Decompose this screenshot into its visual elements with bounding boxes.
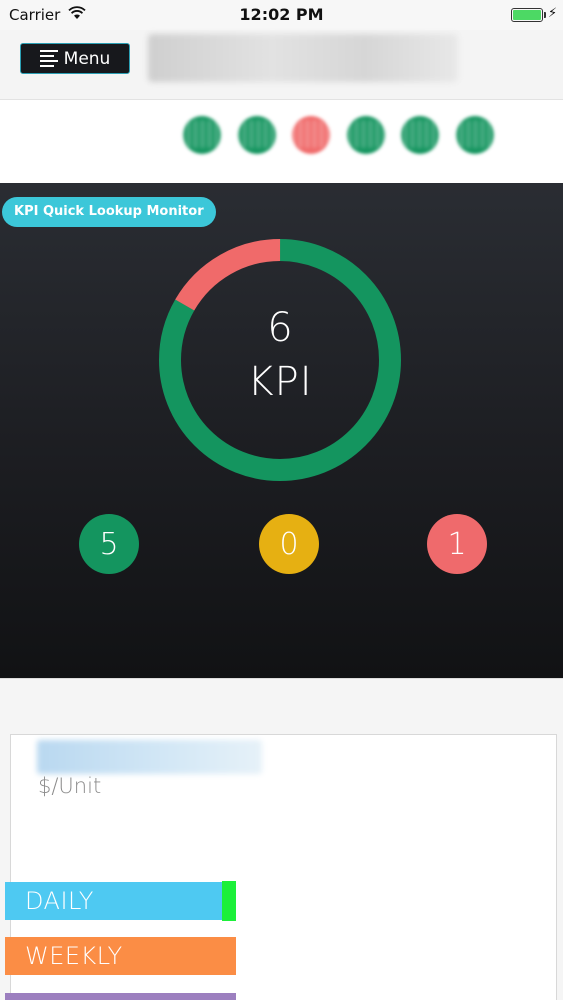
kpi-total-label: KPI [247,359,313,405]
status-time: 12:02 PM [239,5,324,24]
kpi-monitor-panel: KPI Quick Lookup Monitor 6 KPI 5 0 1 [0,183,563,678]
blur-overlay [180,120,510,148]
good-count-badge[interactable]: 5 [79,514,139,574]
status-bar: Carrier 12:02 PM ⚡ [0,0,563,30]
top-bar: Menu [0,30,563,100]
list-icon [39,50,58,67]
tab-weekly[interactable]: WEEKLY [5,937,236,975]
menu-button-label: Menu [63,48,111,69]
menu-button[interactable]: Menu [20,43,130,74]
metric-unit: $/Unit [38,774,102,798]
tab-weekly-label: WEEKLY [25,942,123,970]
kpi-monitor-badge[interactable]: KPI Quick Lookup Monitor [2,197,216,227]
warning-count-badge[interactable]: 0 [259,514,319,574]
battery-icon [511,8,543,22]
blurred-metric-title [37,740,262,774]
blurred-title [148,34,458,82]
kpi-total: 6 [267,305,293,351]
charging-icon: ⚡ [548,6,558,21]
active-tab-marker [222,881,236,921]
tab-daily-label: DAILY [25,887,94,915]
battery-tip [544,12,546,18]
alert-count-badge[interactable]: 1 [427,514,487,574]
indicator-dots-row [0,100,563,183]
tab-third[interactable] [5,993,236,1000]
tab-daily[interactable]: DAILY [5,881,236,921]
